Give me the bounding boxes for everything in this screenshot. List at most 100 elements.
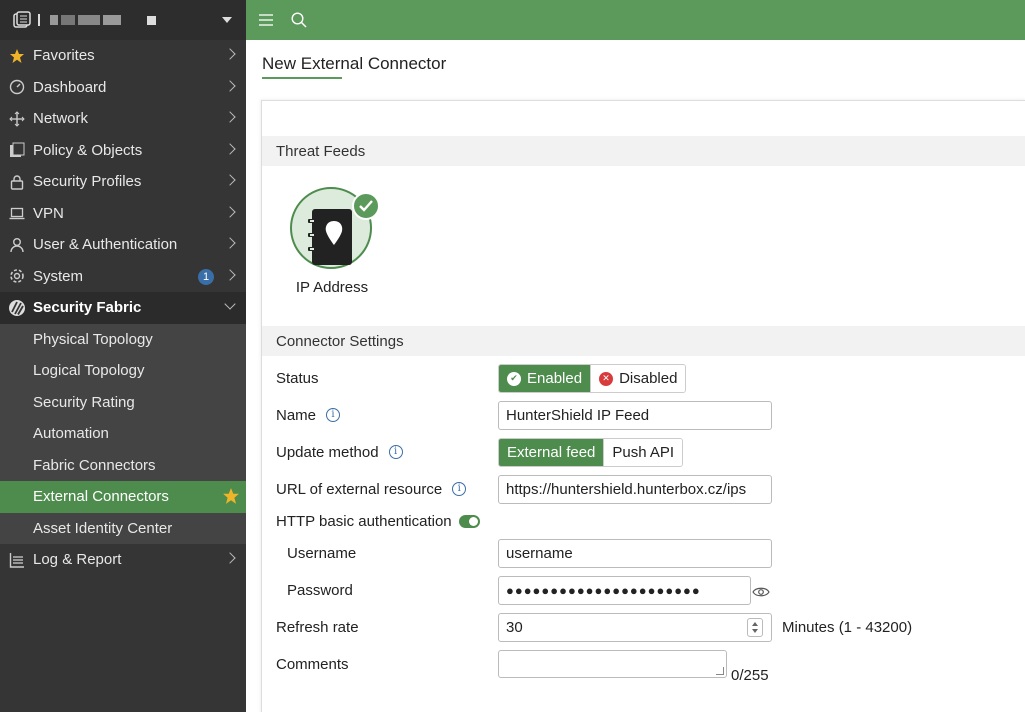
status-enabled-option[interactable]: ✔ Enabled [499, 365, 591, 392]
resize-grip-icon[interactable] [716, 667, 724, 675]
sidebar-item-vpn[interactable]: VPN [0, 198, 246, 230]
sidebar-item-network[interactable]: Network [0, 103, 246, 135]
chevron-down-icon [224, 298, 236, 310]
refresh-rate-value: 30 [506, 619, 523, 636]
update-label-wrap: Update method i [276, 444, 403, 461]
sidebar-subitem-automation[interactable]: Automation [0, 418, 246, 450]
sidebar-item-label: Network [33, 110, 89, 128]
log-icon [8, 551, 26, 569]
connector-form-panel: Threat Feeds IP Address Connector Settin… [261, 100, 1025, 712]
status-row: Status ✔ Enabled ✕ Disabled [276, 363, 1025, 393]
lock-icon [8, 173, 26, 191]
update-method-label: Update method [276, 443, 379, 461]
device-name-redacted [38, 14, 40, 26]
device-selector[interactable] [0, 0, 246, 40]
sidebar-subitem-external-connectors[interactable]: External Connectors [0, 481, 246, 513]
url-label-wrap: URL of external resource i [276, 480, 467, 498]
sidebar-item-label: Security Fabric [33, 299, 142, 317]
status-disabled-label: Disabled [619, 370, 678, 387]
http-auth-toggle[interactable] [458, 514, 480, 528]
password-wrap: ●●●●●●●●●●●●●●●●●●●●●● [498, 576, 778, 606]
sidebar-item-dashboard[interactable]: Dashboard [0, 72, 246, 104]
sidebar-subitem-label: Asset Identity Center [33, 519, 173, 537]
sidebar-item-label: Security Profiles [33, 173, 142, 191]
x-circle-icon: ✕ [599, 371, 614, 386]
external-feed-option[interactable]: External feed [499, 439, 604, 466]
chevron-right-icon [224, 48, 236, 60]
chevron-right-icon [224, 268, 236, 281]
sidebar-subitem-asset-identity-center[interactable]: Asset Identity Center [0, 512, 246, 544]
spinner-icon[interactable] [747, 618, 763, 637]
username-input[interactable]: username [498, 539, 772, 568]
http-auth-label: HTTP basic authentication [276, 512, 452, 530]
comments-textarea[interactable] [498, 650, 727, 678]
info-icon[interactable]: i [326, 408, 341, 422]
name-input[interactable]: HunterShield IP Feed [498, 401, 772, 430]
username-label: Username [287, 544, 357, 562]
sidebar-item-security-fabric[interactable]: Security Fabric [0, 292, 246, 324]
favorite-star-icon[interactable] [222, 487, 240, 509]
notification-badge: 1 [198, 268, 214, 285]
chevron-right-icon [224, 205, 236, 218]
sidebar-item-security-profiles[interactable]: Security Profiles [0, 166, 246, 198]
info-icon[interactable]: i [388, 445, 403, 459]
sidebar-subitem-fabric-connectors[interactable]: Fabric Connectors [0, 449, 246, 481]
sidebar-subitem-label: Logical Topology [33, 362, 145, 380]
device-icon [13, 11, 31, 28]
address-book-icon [308, 209, 352, 265]
chevron-right-icon [224, 79, 236, 92]
password-input[interactable]: ●●●●●●●●●●●●●●●●●●●●●● [498, 576, 751, 605]
sidebar-subitem-physical-topology[interactable]: Physical Topology [0, 323, 246, 355]
username-row: Username username [276, 538, 1025, 568]
main-content: New External Connector Threat Feeds IP A… [246, 40, 1025, 712]
feed-label: IP Address [295, 279, 369, 296]
sidebar-subitem-logical-topology[interactable]: Logical Topology [0, 355, 246, 387]
comments-wrap: 0/255 [498, 650, 788, 690]
url-row: URL of external resource i https://hunter… [276, 474, 1025, 504]
refresh-rate-row: Refresh rate 30 Minutes (1 - 43200) [276, 612, 1025, 642]
sidebar-subitem-label: Physical Topology [33, 330, 153, 348]
policy-icon [8, 141, 26, 159]
sidebar-subitem-label: External Connectors [33, 488, 169, 506]
status-disabled-option[interactable]: ✕ Disabled [590, 365, 686, 392]
info-icon[interactable]: i [452, 482, 467, 496]
caret-down-icon[interactable] [222, 17, 232, 23]
sidebar-item-system[interactable]: System 1 [0, 261, 246, 293]
refresh-rate-input[interactable]: 30 [498, 613, 772, 642]
search-icon[interactable] [291, 12, 307, 28]
sidebar-subitem-label: Security Rating [33, 393, 135, 411]
sidebar-subitem-label: Fabric Connectors [33, 456, 156, 474]
sidebar-item-user-authentication[interactable]: User & Authentication [0, 229, 246, 261]
sidebar-item-label: VPN [33, 204, 64, 222]
comments-row: Comments 0/255 [276, 649, 1025, 684]
url-label: URL of external resource [276, 480, 443, 498]
menu-icon[interactable] [259, 14, 273, 26]
device-name-blur [50, 15, 121, 25]
eye-icon[interactable] [752, 586, 770, 598]
sidebar-subitem-security-rating[interactable]: Security Rating [0, 386, 246, 418]
ip-address-feed-card[interactable]: IP Address [290, 187, 380, 296]
comments-counter: 0/255 [731, 667, 769, 684]
url-input[interactable]: https://huntershield.hunterbox.cz/ips [498, 475, 772, 504]
connector-settings-heading: Connector Settings [262, 326, 1025, 356]
push-api-option[interactable]: Push API [603, 439, 683, 466]
chevron-right-icon [224, 111, 236, 123]
status-enabled-label: Enabled [527, 370, 583, 387]
sidebar-item-policy-objects[interactable]: Policy & Objects [0, 135, 246, 167]
selected-check-icon [352, 192, 380, 220]
refresh-wrap: 30 Minutes (1 - 43200) [498, 613, 918, 643]
refresh-label: Refresh rate [276, 618, 359, 636]
sidebar-item-label: Dashboard [33, 78, 107, 96]
sidebar-item-log-report[interactable]: Log & Report [0, 544, 246, 576]
user-icon [8, 236, 26, 254]
check-circle-icon: ✔ [507, 371, 521, 386]
comments-label: Comments [276, 655, 349, 673]
sidebar-item-favorites[interactable]: Favorites [0, 40, 246, 72]
threat-feeds-heading: Threat Feeds [262, 136, 1025, 166]
chevron-right-icon [224, 237, 236, 249]
http-auth-row: HTTP basic authentication [276, 506, 1025, 536]
page-title: New External Connector [262, 54, 447, 73]
update-method-toggle: External feed Push API [498, 438, 684, 467]
feed-circle [290, 187, 380, 269]
password-row: Password ●●●●●●●●●●●●●●●●●●●●●● [276, 575, 1025, 605]
